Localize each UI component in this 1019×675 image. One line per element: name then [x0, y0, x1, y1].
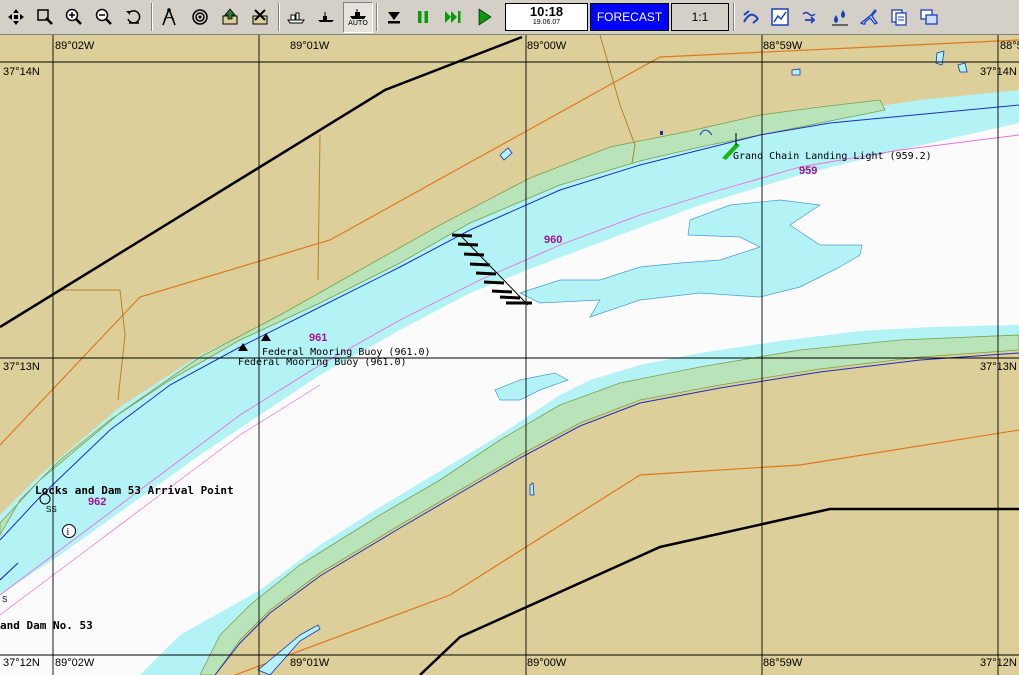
toolbar-separator — [376, 3, 378, 31]
windows-icon[interactable] — [917, 5, 941, 29]
latitude-label: 37°13N — [3, 361, 40, 373]
forecast-button[interactable]: FORECAST — [590, 3, 669, 31]
pond-8 — [660, 131, 663, 135]
date-value: 19.06.07 — [532, 19, 561, 26]
mooring-buoy-label: Federal Mooring Buoy (961.0) — [238, 357, 407, 368]
latitude-label: 37°14N — [980, 66, 1017, 78]
river-mile-label: 960 — [544, 234, 562, 246]
chart-graph-icon[interactable] — [768, 5, 792, 29]
fast-forward-icon[interactable] — [441, 5, 465, 29]
play-icon[interactable] — [472, 5, 496, 29]
locks-arrival-label: Locks and Dam 53 Arrival Point — [35, 484, 234, 497]
full-extent-icon[interactable] — [4, 5, 28, 29]
latitude-label: 37°13N — [980, 361, 1017, 373]
scale-button[interactable]: 1:1 — [671, 3, 729, 31]
toolbar: AUTO 10:18 19.06.07 FORECAST 1:1 — [0, 0, 1019, 35]
documents-icon[interactable] — [887, 5, 911, 29]
longitude-label-top: 88°59W — [763, 40, 803, 52]
longitude-label-top: 88°5 — [1000, 40, 1019, 52]
route-icon[interactable] — [739, 5, 763, 29]
s-label: S — [2, 595, 7, 604]
longitude-label-bottom: 89°00W — [527, 657, 567, 669]
dam-53-label: and Dam No. 53 — [0, 619, 93, 632]
time-value: 10:18 — [529, 4, 564, 19]
pond-3 — [957, 62, 968, 73]
stop-playback-icon[interactable] — [382, 5, 406, 29]
longitude-label-top: 89°01W — [290, 40, 330, 52]
ship-profile-icon[interactable] — [284, 5, 308, 29]
toolbar-separator — [151, 3, 153, 31]
time-display: 10:18 19.06.07 — [505, 3, 588, 31]
longitude-label-bottom: 89°01W — [290, 657, 330, 669]
longitude-label-bottom: 88°59W — [763, 657, 803, 669]
auto-label: AUTO — [348, 19, 368, 27]
longitude-label-top: 89°00W — [527, 40, 567, 52]
pause-icon[interactable] — [411, 5, 435, 29]
toolbar-separator — [733, 3, 735, 31]
zoom-in-icon[interactable] — [62, 5, 86, 29]
latitude-label: 37°14N — [3, 66, 40, 78]
zoom-window-icon[interactable] — [33, 5, 57, 29]
toolbar-separator — [278, 3, 280, 31]
info-symbol-label: i — [67, 527, 70, 538]
target-icon[interactable] — [188, 5, 212, 29]
auto-follow-button[interactable]: AUTO — [343, 2, 373, 33]
latitude-label: 37°12N — [3, 657, 40, 669]
ss-label: SS — [46, 505, 57, 514]
longitude-label-top: 89°02W — [55, 40, 95, 52]
zoom-out-icon[interactable] — [92, 5, 116, 29]
river-mile-label: 962 — [88, 496, 106, 508]
undo-view-icon[interactable] — [122, 5, 146, 29]
latitude-label: 37°12N — [980, 657, 1017, 669]
river-mile-label: 959 — [799, 165, 817, 177]
distance-compass-icon[interactable] — [157, 5, 181, 29]
export-chart-icon[interactable] — [218, 5, 242, 29]
depth-drops-icon[interactable] — [828, 5, 852, 29]
aircraft-icon[interactable] — [857, 5, 881, 29]
navigation-chart[interactable]: 89°02W 89°01W 89°00W 88°59W 88°5 89°02W … — [0, 35, 1019, 675]
grand-chain-light-label: Grand Chain Landing Light (959.2) — [733, 151, 932, 162]
river-mile-label: 961 — [309, 332, 327, 344]
pond-5 — [529, 482, 535, 496]
weather-flow-icon[interactable] — [798, 5, 822, 29]
pond-4 — [791, 68, 801, 76]
import-chart-icon[interactable] — [248, 5, 272, 29]
ship-side-icon[interactable] — [314, 5, 338, 29]
longitude-label-bottom: 89°02W — [55, 657, 95, 669]
